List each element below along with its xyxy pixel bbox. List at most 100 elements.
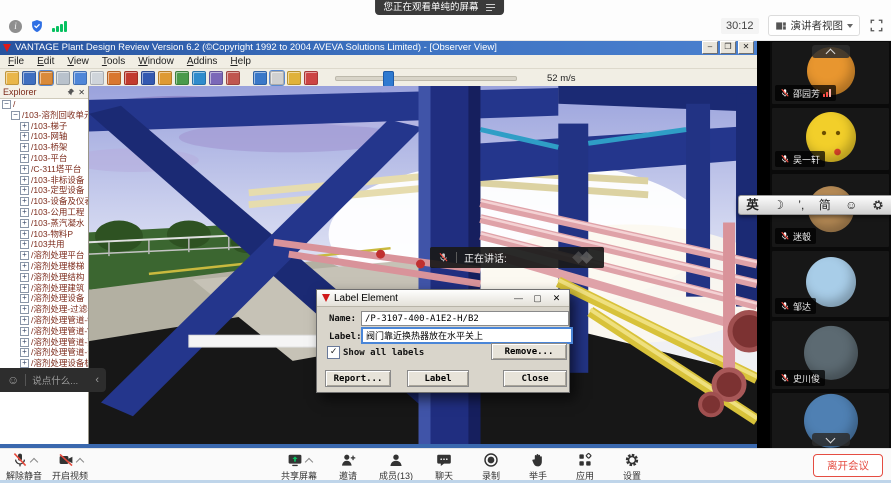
tree-item[interactable]: +/溶剂处理管道-公 bbox=[0, 347, 88, 358]
tree-item[interactable]: +/溶剂处理管道-物 bbox=[0, 315, 88, 326]
start-video-button[interactable]: 开启视频 bbox=[52, 452, 88, 482]
globe-icon[interactable] bbox=[192, 71, 206, 85]
expand-node-icon[interactable]: + bbox=[20, 186, 29, 195]
ime-mode-english[interactable]: 英 bbox=[746, 199, 759, 212]
expand-node-icon[interactable]: + bbox=[20, 251, 29, 260]
fly-mode-icon[interactable] bbox=[141, 71, 155, 85]
tree-item[interactable]: +/103-定型设备 bbox=[0, 185, 88, 196]
dialog-titlebar[interactable]: Label Element — ▢ ✕ bbox=[317, 290, 569, 307]
chevron-up-icon[interactable] bbox=[75, 457, 83, 465]
print-icon[interactable] bbox=[39, 71, 53, 85]
tree-item[interactable]: +/103-蒸汽凝水 bbox=[0, 218, 88, 229]
expand-node-icon[interactable]: + bbox=[20, 338, 29, 347]
share-screen-button[interactable]: 共享屏幕 bbox=[281, 452, 317, 482]
watching-notification[interactable]: 您正在观看单纯的屏幕 bbox=[375, 0, 504, 15]
chart-icon[interactable] bbox=[175, 71, 189, 85]
participant-tile[interactable]: 吴一轩 bbox=[772, 108, 889, 170]
slider-thumb[interactable] bbox=[383, 71, 394, 87]
expand-node-icon[interactable]: + bbox=[20, 122, 29, 131]
menu-edit[interactable]: Edit bbox=[37, 56, 54, 67]
open-icon[interactable] bbox=[5, 71, 19, 85]
ime-emoji-icon[interactable]: ☺ bbox=[845, 199, 857, 211]
collapse-tiles-button[interactable] bbox=[812, 433, 850, 446]
show-all-labels-checkbox[interactable]: ✓ bbox=[327, 346, 340, 359]
record-button[interactable]: 录制 bbox=[475, 452, 507, 482]
fullscreen-button[interactable] bbox=[869, 18, 884, 33]
expand-node-icon[interactable]: + bbox=[20, 132, 29, 141]
label-button[interactable]: Label bbox=[407, 370, 469, 387]
raise-hand-button[interactable]: 举手 bbox=[522, 452, 554, 482]
tree-item[interactable]: +/103-平台 bbox=[0, 153, 88, 164]
tree-item[interactable]: +/溶剂处理管道-蒸 bbox=[0, 337, 88, 348]
app-titlebar[interactable]: VANTAGE Plant Design Review Version 6.2 … bbox=[0, 40, 757, 55]
participant-tile[interactable] bbox=[772, 393, 889, 448]
participant-tile[interactable]: 邹达 bbox=[772, 251, 889, 317]
chat-placeholder[interactable]: 说点什么... bbox=[32, 373, 78, 387]
tree-item[interactable]: +/103共用 bbox=[0, 239, 88, 250]
expand-node-icon[interactable]: + bbox=[20, 316, 29, 325]
leave-meeting-button[interactable]: 离开会议 bbox=[813, 454, 883, 477]
window-view-icon[interactable] bbox=[209, 71, 223, 85]
tree-item[interactable]: +/溶剂处理管道-VT bbox=[0, 326, 88, 337]
menu-tools[interactable]: Tools bbox=[102, 56, 125, 67]
ime-simplified-chinese[interactable]: 简 bbox=[819, 199, 831, 211]
dialog-close-icon[interactable]: ✕ bbox=[549, 293, 564, 304]
expand-node-icon[interactable]: + bbox=[20, 219, 29, 228]
walk-mode-icon[interactable] bbox=[158, 71, 172, 85]
expand-node-icon[interactable]: + bbox=[20, 359, 29, 368]
close-explorer-icon[interactable]: ✕ bbox=[78, 88, 85, 97]
tree-item[interactable]: +/103-网轴 bbox=[0, 131, 88, 142]
save-icon[interactable] bbox=[22, 71, 36, 85]
tree-item[interactable]: +/溶剂处理建筑 bbox=[0, 283, 88, 294]
security-shield-icon[interactable] bbox=[30, 19, 44, 33]
tree-item[interactable]: +/溶剂处理楼梯 bbox=[0, 261, 88, 272]
expand-node-icon[interactable]: + bbox=[20, 240, 29, 249]
participant-tile[interactable]: 邵园芳 bbox=[772, 42, 889, 104]
tree-item[interactable]: +/103-设备及仪表 bbox=[0, 196, 88, 207]
app-close-button[interactable]: ✕ bbox=[738, 41, 754, 54]
expand-node-icon[interactable]: + bbox=[20, 165, 29, 174]
unmute-button[interactable]: 解除静音 bbox=[6, 452, 42, 482]
ime-settings-icon[interactable] bbox=[872, 199, 884, 211]
meeting-info-icon[interactable]: i bbox=[9, 20, 22, 33]
app-restore-button[interactable]: ❐ bbox=[720, 41, 736, 54]
materials-icon[interactable] bbox=[107, 71, 121, 85]
tree-item[interactable]: +/103-物料P bbox=[0, 229, 88, 240]
ime-punctuation[interactable]: ’, bbox=[798, 199, 804, 211]
expand-node-icon[interactable]: + bbox=[20, 197, 29, 206]
search-icon[interactable] bbox=[56, 71, 70, 85]
chevron-up-icon[interactable] bbox=[29, 457, 37, 465]
remove-button[interactable]: Remove... bbox=[491, 343, 567, 360]
tree-item[interactable]: +/103-梯子 bbox=[0, 121, 88, 132]
view-mode-button[interactable]: 演讲者视图 bbox=[768, 15, 861, 36]
select-icon[interactable] bbox=[73, 71, 87, 85]
expand-node-icon[interactable]: + bbox=[20, 143, 29, 152]
tree-item[interactable]: +/溶剂处理-过滤器 bbox=[0, 304, 88, 315]
chat-button[interactable]: 聊天 bbox=[428, 452, 460, 482]
tree-item[interactable]: +/溶剂处理平台 bbox=[0, 250, 88, 261]
gauge-icon[interactable] bbox=[304, 71, 318, 85]
invite-button[interactable]: 邀请 bbox=[332, 452, 364, 482]
speed-slider[interactable] bbox=[335, 76, 517, 81]
tree-item[interactable]: +/103-桥架 bbox=[0, 142, 88, 153]
expand-node-icon[interactable]: + bbox=[20, 294, 29, 303]
ime-toolbar[interactable]: 英☽’,简☺ bbox=[738, 195, 891, 215]
expand-node-icon[interactable]: + bbox=[20, 230, 29, 239]
collapse-tiles-button[interactable] bbox=[812, 45, 850, 58]
expand-node-icon[interactable]: + bbox=[20, 176, 29, 185]
tag-icon[interactable] bbox=[124, 71, 138, 85]
chevron-up-icon[interactable] bbox=[304, 457, 312, 465]
report-button[interactable]: Report... bbox=[325, 370, 391, 387]
expand-node-icon[interactable]: + bbox=[20, 327, 29, 336]
collapse-chat-icon[interactable]: ‹ bbox=[95, 374, 99, 386]
tree-item[interactable]: +/溶剂处理结构 bbox=[0, 272, 88, 283]
tree-item[interactable]: +/103-非标设备 bbox=[0, 175, 88, 186]
box-select-icon[interactable] bbox=[90, 71, 104, 85]
apps-button[interactable]: 应用 bbox=[569, 452, 601, 482]
dialog-maximize-button[interactable]: ▢ bbox=[530, 293, 545, 304]
participant-tile[interactable]: 史川俊 bbox=[772, 321, 889, 389]
expand-node-icon[interactable]: + bbox=[20, 348, 29, 357]
menu-help[interactable]: Help bbox=[230, 56, 251, 67]
name-field[interactable] bbox=[361, 311, 569, 326]
settings-button[interactable]: 设置 bbox=[616, 452, 648, 482]
